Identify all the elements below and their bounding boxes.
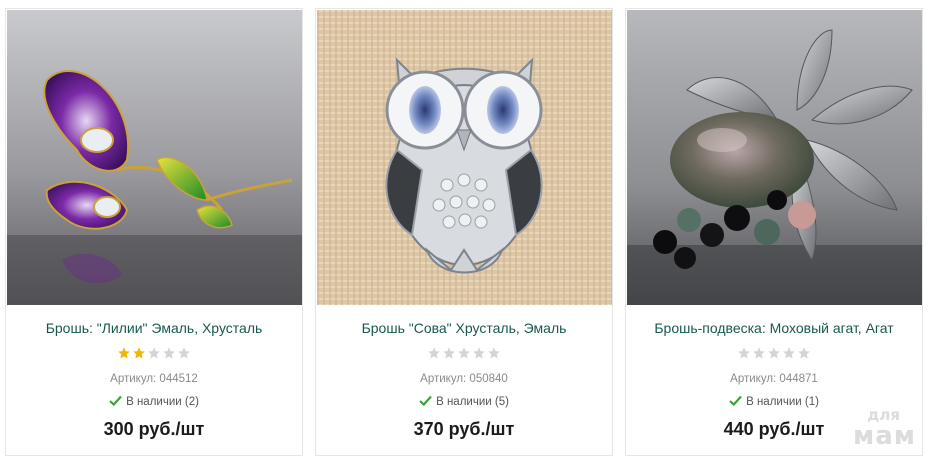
product-image[interactable] (317, 10, 612, 305)
product-card[interactable]: Брошь "Сова" Хрусталь, Эмаль Артикул: 05… (315, 8, 613, 456)
stock-label: В наличии (5) (436, 396, 509, 408)
star-icon[interactable] (162, 346, 176, 360)
star-icon[interactable] (147, 346, 161, 360)
rating-stars[interactable] (626, 346, 922, 360)
product-sku: Артикул: 050840 (420, 373, 508, 385)
product-price: 370 руб./шт (413, 419, 515, 439)
site-watermark: для мам (852, 408, 916, 451)
star-icon[interactable] (752, 346, 766, 360)
product-image[interactable] (7, 10, 302, 305)
product-price: 300 руб./шт (103, 419, 205, 439)
rating-stars[interactable] (6, 346, 302, 360)
stock-label: В наличии (2) (126, 396, 199, 408)
star-icon[interactable] (457, 346, 471, 360)
owl-brooch-photo (317, 10, 612, 305)
product-image[interactable] (627, 10, 922, 305)
stock-status: В наличии (2) (6, 395, 302, 408)
checkmark-icon (419, 395, 432, 406)
product-title[interactable]: Брошь: "Лилии" Эмаль, Хрусталь (6, 320, 302, 336)
product-title[interactable]: Брошь "Сова" Хрусталь, Эмаль (316, 320, 612, 336)
product-card[interactable]: Брошь-подвеска: Моховый агат, Агат Артик… (625, 8, 923, 456)
star-icon[interactable] (487, 346, 501, 360)
product-title[interactable]: Брошь-подвеска: Моховый агат, Агат (626, 320, 922, 336)
star-icon[interactable] (767, 346, 781, 360)
rating-stars[interactable] (316, 346, 612, 360)
product-sku: Артикул: 044871 (730, 373, 818, 385)
stock-label: В наличии (1) (746, 396, 819, 408)
star-icon[interactable] (472, 346, 486, 360)
star-icon[interactable] (782, 346, 796, 360)
product-sku: Артикул: 044512 (110, 373, 198, 385)
star-icon[interactable] (177, 346, 191, 360)
product-grid: Брошь: "Лилии" Эмаль, Хрусталь Артикул: … (0, 0, 930, 459)
star-icon[interactable] (132, 346, 146, 360)
agate-brooch-photo (627, 10, 922, 305)
checkmark-icon (729, 395, 742, 406)
checkmark-icon (109, 395, 122, 406)
watermark-line2: мам (852, 421, 916, 451)
product-card[interactable]: Брошь: "Лилии" Эмаль, Хрусталь Артикул: … (5, 8, 303, 456)
star-icon[interactable] (427, 346, 441, 360)
star-icon[interactable] (797, 346, 811, 360)
stock-status: В наличии (5) (316, 395, 612, 408)
star-icon[interactable] (117, 346, 131, 360)
lily-brooch-photo (7, 10, 302, 305)
star-icon[interactable] (442, 346, 456, 360)
star-icon[interactable] (737, 346, 751, 360)
